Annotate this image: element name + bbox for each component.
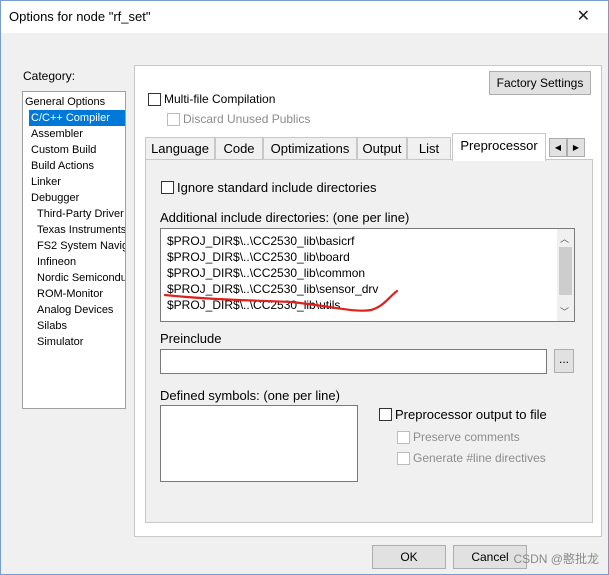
include-directories-label: Additional include directories: (one per… bbox=[160, 210, 410, 225]
category-item-build-actions[interactable]: Build Actions bbox=[31, 158, 94, 174]
tab-output[interactable]: Output bbox=[357, 137, 407, 160]
ok-button[interactable]: OK bbox=[372, 545, 446, 569]
category-item-analog-devices[interactable]: Analog Devices bbox=[37, 302, 113, 318]
category-item-c-cpp-compiler[interactable]: C/C++ Compiler bbox=[29, 110, 125, 126]
tab-optimizations[interactable]: Optimizations bbox=[263, 137, 357, 160]
scroll-up-icon[interactable]: ︿ bbox=[560, 232, 569, 245]
scrollbar-thumb[interactable] bbox=[559, 247, 572, 295]
category-item-simulator[interactable]: Simulator bbox=[37, 334, 83, 350]
close-icon[interactable]: ✕ bbox=[577, 6, 590, 26]
multi-file-compilation-checkbox[interactable] bbox=[148, 93, 161, 106]
window-title: Options for node "rf_set" bbox=[9, 9, 151, 24]
tab-preprocessor[interactable]: Preprocessor bbox=[452, 133, 546, 161]
category-item-rom-monitor[interactable]: ROM-Monitor bbox=[37, 286, 103, 302]
category-item-nordic-semiconductor[interactable]: Nordic Semiconductor bbox=[37, 270, 125, 286]
category-item-silabs[interactable]: Silabs bbox=[37, 318, 67, 334]
tab-code[interactable]: Code bbox=[215, 137, 263, 160]
discard-unused-publics-label: Discard Unused Publics bbox=[183, 112, 311, 126]
include-dirs-scrollbar[interactable]: ︿ ﹀ bbox=[557, 229, 574, 321]
tab-language[interactable]: Language bbox=[145, 137, 215, 160]
preprocessor-output-checkbox[interactable] bbox=[379, 408, 392, 421]
category-item-third-party-driver[interactable]: Third-Party Driver bbox=[37, 206, 124, 222]
category-label: Category: bbox=[23, 69, 76, 83]
category-item-debugger[interactable]: Debugger bbox=[31, 190, 79, 206]
watermark: CSDN @憨批龙 bbox=[513, 552, 599, 566]
tab-scroll-left-icon[interactable]: ◀ bbox=[549, 138, 567, 157]
preinclude-label: Preinclude bbox=[160, 331, 222, 346]
preserve-comments-checkbox[interactable] bbox=[397, 431, 410, 444]
category-item-assembler[interactable]: Assembler bbox=[31, 126, 83, 142]
ignore-standard-include-checkbox[interactable] bbox=[161, 181, 174, 194]
category-item-infineon[interactable]: Infineon bbox=[37, 254, 76, 270]
defined-symbols-textarea[interactable] bbox=[160, 405, 358, 482]
generate-line-directives-label: Generate #line directives bbox=[413, 451, 546, 465]
category-item-texas-instruments[interactable]: Texas Instruments bbox=[37, 222, 125, 238]
tab-scroll-right-icon[interactable]: ▶ bbox=[567, 138, 585, 157]
title-bar: Options for node "rf_set" ✕ bbox=[1, 1, 608, 33]
preprocessor-output-label: Preprocessor output to file bbox=[395, 407, 547, 422]
category-list[interactable]: General Options C/C++ Compiler Assembler… bbox=[22, 91, 126, 409]
generate-line-directives-checkbox[interactable] bbox=[397, 452, 410, 465]
multi-file-compilation-label: Multi-file Compilation bbox=[164, 92, 276, 106]
factory-settings-button[interactable]: Factory Settings bbox=[489, 71, 591, 95]
scroll-down-icon[interactable]: ﹀ bbox=[560, 305, 569, 318]
category-item-custom-build[interactable]: Custom Build bbox=[31, 142, 96, 158]
include-dir-line: $PROJ_DIR$\..\CC2530_lib\board bbox=[167, 250, 350, 264]
defined-symbols-label: Defined symbols: (one per line) bbox=[160, 388, 340, 403]
category-item-linker[interactable]: Linker bbox=[31, 174, 61, 190]
ignore-standard-include-label: Ignore standard include directories bbox=[177, 180, 377, 195]
category-item-general-options[interactable]: General Options bbox=[25, 94, 105, 110]
tab-list[interactable]: List bbox=[407, 137, 451, 160]
discard-unused-publics-checkbox[interactable] bbox=[167, 113, 180, 126]
category-item-fs2-system-navigator[interactable]: FS2 System Navigator bbox=[37, 238, 125, 254]
red-underline-annotation bbox=[163, 289, 399, 312]
include-dir-line: $PROJ_DIR$\..\CC2530_lib\basicrf bbox=[167, 234, 355, 248]
preserve-comments-label: Preserve comments bbox=[413, 430, 520, 444]
options-dialog: Options for node "rf_set" ✕ Category: Ge… bbox=[0, 0, 609, 575]
include-dir-line: $PROJ_DIR$\..\CC2530_lib\common bbox=[167, 266, 366, 280]
preinclude-input[interactable] bbox=[160, 349, 547, 374]
preinclude-browse-button[interactable]: ... bbox=[554, 349, 574, 373]
